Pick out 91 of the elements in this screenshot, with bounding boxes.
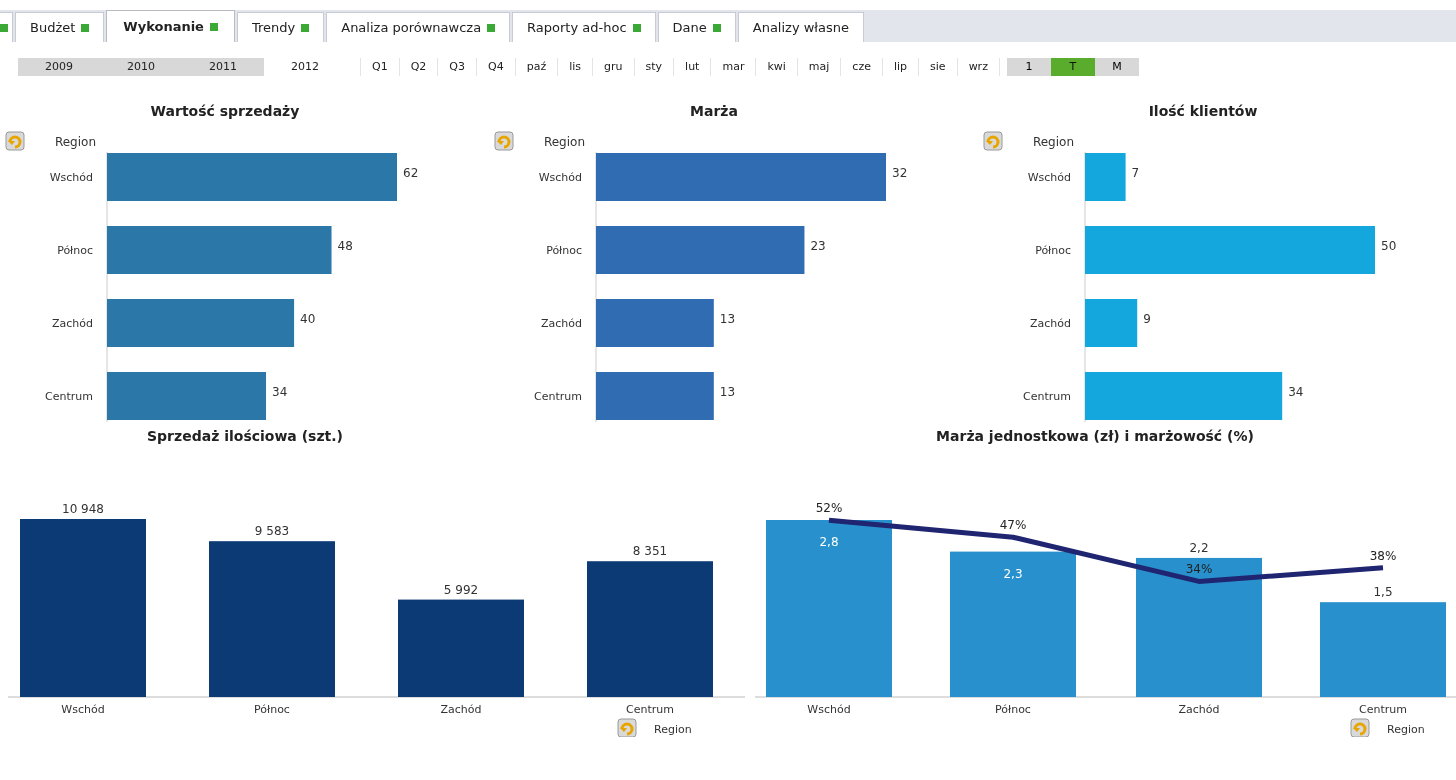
period-filter-item[interactable]: sie	[918, 58, 957, 76]
period-filter-item[interactable]: gru	[592, 58, 634, 76]
value-label: 23	[810, 239, 826, 253]
category-label: Wschód	[49, 171, 93, 184]
value-label: 38%	[1369, 548, 1397, 563]
refresh-icon[interactable]	[617, 718, 637, 737]
value-label: 34	[272, 385, 288, 399]
year-filter-item[interactable]: 2009	[18, 58, 100, 76]
category-label: Wschód	[61, 703, 105, 716]
tab[interactable]: Dane	[657, 12, 736, 42]
value-label: 2,3	[1003, 566, 1023, 581]
category-label: Centrum	[1359, 703, 1407, 716]
chart-title: Marża jednostkowa (zł) i marżowość (%)	[935, 427, 1255, 446]
category-label: Wschód	[807, 703, 851, 716]
refresh-icon[interactable]	[5, 131, 25, 151]
period-filter-item[interactable]: lip	[881, 58, 919, 76]
category-label: Zachód	[52, 317, 93, 330]
value-label: 50	[1381, 239, 1397, 253]
value-label: 13	[719, 312, 736, 326]
value-label: 10 948	[62, 502, 104, 516]
value-label: 34%	[1185, 562, 1213, 577]
axis-label: Region	[543, 135, 585, 149]
chart-title: Sprzedaż ilościowa (szt.)	[146, 427, 344, 446]
tab[interactable]	[0, 12, 13, 42]
scale-button[interactable]: 1	[1006, 58, 1051, 76]
refresh-icon[interactable]	[494, 131, 514, 151]
tab[interactable]: Wykonanie	[106, 10, 235, 42]
category-label: Północ	[995, 703, 1031, 716]
axis-label: Region	[1032, 135, 1074, 149]
period-filter-item[interactable]: Q4	[476, 58, 515, 76]
value-label: 9	[1143, 312, 1151, 326]
category-label: Zachód	[541, 317, 582, 330]
chart-title: Marża	[689, 102, 739, 121]
period-filter-item[interactable]: mar	[710, 58, 756, 76]
value-label: 1,5	[1373, 585, 1393, 600]
axis-label: Region	[54, 135, 96, 149]
period-filter-item[interactable]: sty	[633, 58, 674, 76]
tab[interactable]: Analizy własne	[737, 12, 865, 42]
bar	[1085, 153, 1126, 201]
value-label: 7	[1131, 166, 1140, 180]
period-filter-item[interactable]: Q2	[398, 58, 438, 76]
value-label: 32	[892, 166, 908, 180]
period-filter-item[interactable]: paź	[514, 58, 558, 76]
refresh-icon[interactable]	[983, 131, 1003, 151]
category-label: Wschód	[538, 171, 582, 184]
category-label: Centrum	[45, 390, 93, 403]
period-filter-item[interactable]: cze	[840, 58, 882, 76]
tab[interactable]: Trendy	[236, 12, 325, 42]
category-label: Północ	[1035, 244, 1071, 257]
category-label: Centrum	[534, 390, 582, 403]
period-filter-item[interactable]: Q1	[360, 58, 399, 76]
chart-title: Wartość sprzedaży	[149, 102, 301, 121]
tab[interactable]: Analiza porównawcza	[326, 12, 511, 42]
value-label: 2,8	[819, 535, 839, 549]
axis-label: Region	[1387, 723, 1425, 736]
scale-button[interactable]: M	[1094, 58, 1139, 76]
value-label: 52%	[815, 501, 843, 516]
value-label: 40	[300, 312, 316, 326]
value-label: 34	[1288, 385, 1304, 399]
axis-label: Region	[654, 723, 692, 736]
value-label: 47%	[999, 518, 1027, 533]
tab[interactable]: Raporty ad-hoc	[512, 12, 656, 42]
value-label: 2,2	[1189, 540, 1209, 555]
period-filter-item[interactable]: lut	[673, 58, 711, 76]
category-label: Północ	[546, 244, 582, 257]
value-label: 48	[337, 239, 353, 253]
period-filter-item[interactable]: kwi	[755, 58, 797, 76]
category-label: Północ	[57, 244, 93, 257]
value-label: 13	[719, 385, 736, 399]
value-label: 62	[403, 166, 419, 180]
bar	[1085, 299, 1138, 347]
period-filter-item[interactable]: maj	[796, 58, 841, 76]
category-label: Wschód	[1027, 171, 1071, 184]
period-filter-item[interactable]: lis	[557, 58, 593, 76]
period-filter-item[interactable]: Q3	[437, 58, 476, 76]
period-filter-item[interactable]: wrz	[956, 58, 999, 76]
year-filter-item[interactable]: 2010	[100, 58, 182, 76]
tab[interactable]: Budżet	[15, 12, 105, 42]
category-label: Północ	[254, 703, 290, 716]
scale-button[interactable]: T	[1050, 58, 1095, 76]
category-label: Centrum	[626, 703, 674, 716]
category-label: Zachód	[1178, 703, 1220, 716]
category-label: Centrum	[1023, 390, 1071, 403]
refresh-icon[interactable]	[1350, 718, 1370, 737]
value-label: 8 351	[632, 544, 668, 559]
category-label: Zachód	[440, 703, 482, 716]
chart-title: Ilość klientów	[1147, 102, 1259, 121]
year-filter-item[interactable]: 2011	[182, 58, 264, 76]
value-label: 9 583	[254, 524, 290, 539]
value-label: 5 992	[443, 582, 479, 597]
category-label: Zachód	[1030, 317, 1071, 330]
